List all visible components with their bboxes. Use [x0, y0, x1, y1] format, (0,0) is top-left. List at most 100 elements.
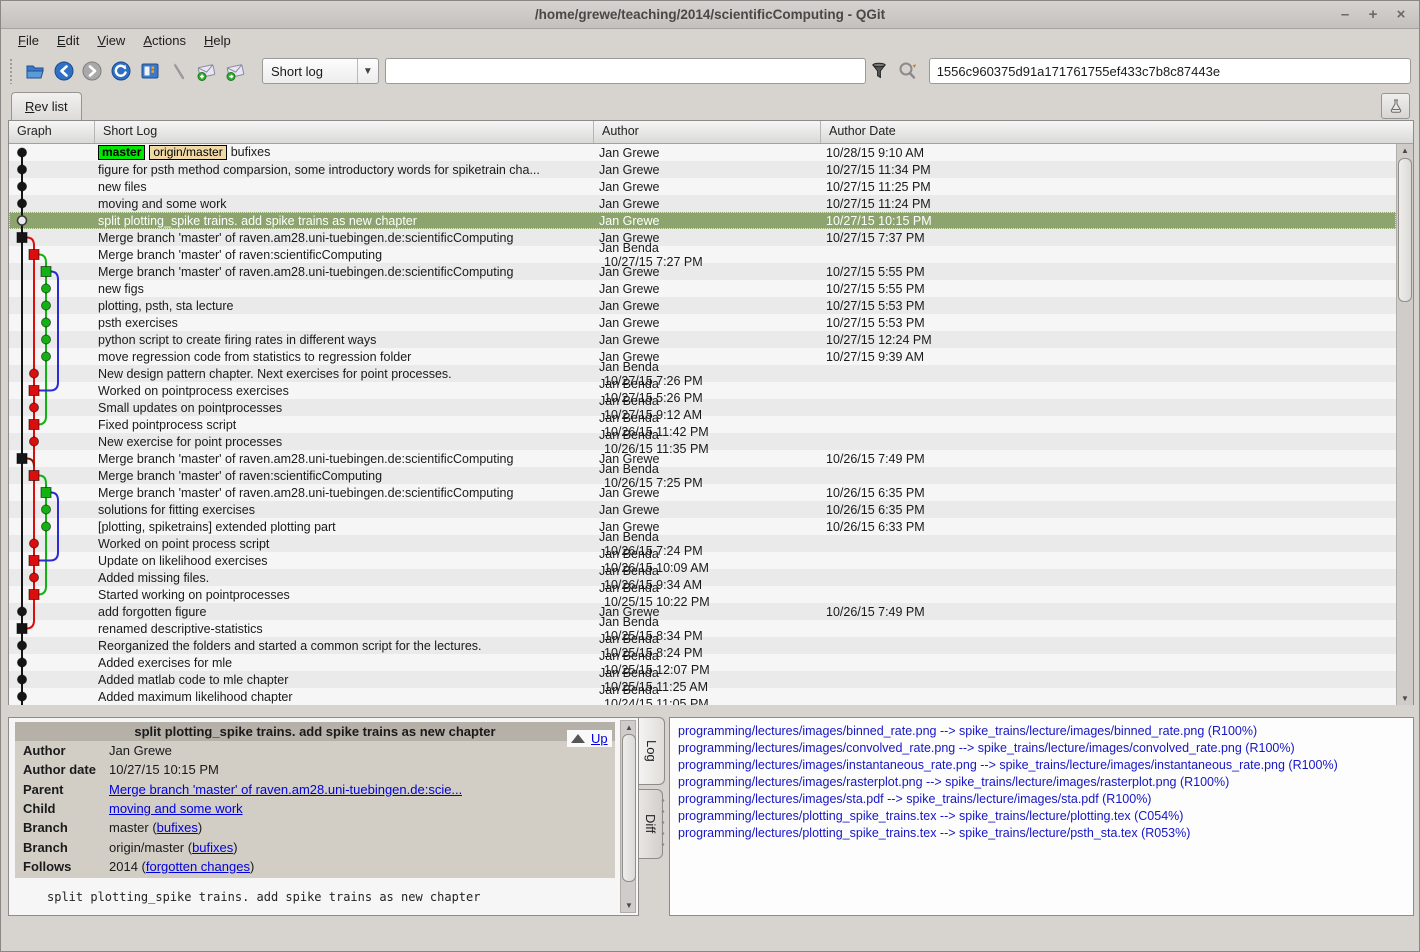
detail-link[interactable]: forgotten changes: [146, 859, 250, 874]
detail-text: 10/27/15 10:15 PM: [109, 762, 219, 777]
splitter-handle[interactable]: [661, 795, 665, 851]
details-scroll-up[interactable]: ▲: [621, 721, 637, 734]
commit-row[interactable]: new filesJan Grewe10/27/15 11:25 PM: [9, 178, 1396, 195]
graph-cell: [9, 263, 95, 280]
column-header-author[interactable]: Author: [594, 121, 821, 143]
menu-file[interactable]: File: [9, 30, 48, 51]
filter-button[interactable]: [866, 58, 892, 84]
menu-edit[interactable]: Edit: [48, 30, 88, 51]
changed-file-line[interactable]: programming/lectures/images/instantaneou…: [678, 757, 1405, 774]
column-header-graph[interactable]: Graph: [9, 121, 95, 143]
close-button[interactable]: ×: [1393, 7, 1409, 23]
scroll-down-arrow[interactable]: ▼: [1397, 692, 1413, 705]
commit-row[interactable]: Started working on pointprocessesJan Ben…: [9, 586, 1396, 603]
author-date-cell: 10/27/15 5:55 PM: [821, 265, 1396, 279]
up-link[interactable]: Up: [591, 731, 608, 746]
detail-link[interactable]: Merge branch 'master' of raven.am28.uni-…: [109, 782, 462, 797]
scrollbar-thumb[interactable]: [1398, 158, 1412, 302]
commit-message: python script to create firing rates in …: [98, 333, 376, 347]
window-title: /home/grewe/teaching/2014/scientificComp…: [535, 7, 885, 22]
log-view-select[interactable]: Short log ▼: [262, 58, 379, 84]
changed-file-line[interactable]: programming/lectures/images/rasterplot.p…: [678, 774, 1405, 791]
column-header-short-log[interactable]: Short Log: [95, 121, 594, 143]
detail-text: origin/master (: [109, 840, 192, 855]
save-patch-button[interactable]: [194, 58, 220, 84]
commit-row[interactable]: figure for psth method comparsion, some …: [9, 161, 1396, 178]
author-date-cell: 10/27/15 7:37 PM: [821, 231, 1396, 245]
tab-log[interactable]: Log: [639, 717, 665, 785]
commit-row[interactable]: moving and some workJan Grewe10/27/15 11…: [9, 195, 1396, 212]
changed-file-line[interactable]: programming/lectures/plotting_spike_trai…: [678, 808, 1405, 825]
details-scrollbar[interactable]: ▲ ▼: [620, 720, 636, 913]
commit-row[interactable]: Added maximum likelihood chapterJan Bend…: [9, 688, 1396, 705]
table-scrollbar[interactable]: ▲ ▼: [1396, 144, 1413, 705]
short-log-cell: Added maximum likelihood chapter: [95, 690, 594, 704]
toolbar-handle[interactable]: [9, 58, 14, 84]
details-scroll-down[interactable]: ▼: [621, 899, 637, 912]
commit-row[interactable]: python script to create firing rates in …: [9, 331, 1396, 348]
minimize-button[interactable]: –: [1337, 7, 1353, 23]
commit-details-panel: split plotting_spike trains. add spike t…: [8, 717, 639, 916]
detail-link[interactable]: bufixes: [192, 840, 233, 855]
graph-cell: [9, 552, 95, 569]
author-cell: Jan Grewe: [594, 214, 821, 228]
changed-file-line[interactable]: programming/lectures/images/sta.pdf --> …: [678, 791, 1405, 808]
commit-message: split plotting_spike trains. add spike t…: [98, 214, 417, 228]
menu-view[interactable]: View: [88, 30, 134, 51]
tab-diff[interactable]: Diff: [639, 789, 663, 859]
up-link-box[interactable]: Up: [567, 730, 612, 747]
short-log-cell: psth exercises: [95, 316, 594, 330]
commit-row[interactable]: Merge branch 'master' of raven.am28.uni-…: [9, 263, 1396, 280]
details-scrollbar-thumb[interactable]: [622, 734, 636, 882]
maximize-button[interactable]: +: [1365, 7, 1381, 23]
graph-cell: [9, 535, 95, 552]
funnel-icon: [869, 60, 889, 82]
scroll-up-arrow[interactable]: ▲: [1397, 144, 1413, 157]
commit-message: Merge branch 'master' of raven:scientifi…: [98, 469, 382, 483]
column-header-author-date[interactable]: Author Date: [821, 121, 1413, 143]
changed-file-line[interactable]: programming/lectures/images/binned_rate.…: [678, 723, 1405, 740]
commit-row[interactable]: masterorigin/masterbufixesJan Grewe10/28…: [9, 144, 1396, 161]
rev-list-table: Graph Short Log Author Author Date maste…: [8, 120, 1414, 705]
tab-corner-button[interactable]: [1381, 93, 1410, 119]
back-button[interactable]: [51, 58, 77, 84]
menu-help[interactable]: Help: [195, 30, 240, 51]
short-log-cell: new figs: [95, 282, 594, 296]
apply-patch-button[interactable]: [223, 58, 249, 84]
commit-row[interactable]: New exercise for point processesJan Bend…: [9, 433, 1396, 450]
reload-button[interactable]: [108, 58, 134, 84]
wand-button[interactable]: [166, 58, 192, 84]
commit-message: Added exercises for mle: [98, 656, 232, 670]
commit-message: Fixed pointprocess script: [98, 418, 236, 432]
author-date-cell: 10/27/15 10:15 PM: [821, 214, 1396, 228]
detail-link[interactable]: bufixes: [157, 820, 198, 835]
commit-row[interactable]: plotting, psth, sta lectureJan Grewe10/2…: [9, 297, 1396, 314]
changed-file-line[interactable]: programming/lectures/plotting_spike_trai…: [678, 825, 1405, 842]
commit-row[interactable]: solutions for fitting exercisesJan Grewe…: [9, 501, 1396, 518]
commit-row[interactable]: new figsJan Grewe10/27/15 5:55 PM: [9, 280, 1396, 297]
forward-button[interactable]: [79, 58, 105, 84]
commit-message: Started working on pointprocesses: [98, 588, 290, 602]
tab-log-label: Log: [644, 740, 659, 762]
changed-file-line[interactable]: programming/lectures/images/convolved_ra…: [678, 740, 1405, 757]
commit-row[interactable]: split plotting_spike trains. add spike t…: [9, 212, 1396, 229]
detail-link[interactable]: moving and some work: [109, 801, 243, 816]
detail-field: AuthorJan Grewe: [15, 741, 615, 760]
short-log-cell: Merge branch 'master' of raven.am28.uni-…: [95, 452, 594, 466]
toggle-view-button[interactable]: [137, 58, 163, 84]
open-repository-button[interactable]: [22, 58, 48, 84]
commit-message: move regression code from statistics to …: [98, 350, 411, 364]
highlight-button[interactable]: [895, 58, 921, 84]
sha-input[interactable]: 1556c960375d91a171761755ef433c7b8c87443e: [929, 58, 1411, 84]
commit-row[interactable]: psth exercisesJan Grewe10/27/15 5:53 PM: [9, 314, 1396, 331]
mail-apply-icon: [224, 60, 248, 82]
tab-rev-list[interactable]: Rev list: [11, 92, 82, 120]
commit-row[interactable]: Merge branch 'master' of raven:scientifi…: [9, 467, 1396, 484]
filter-input[interactable]: [385, 58, 866, 84]
titlebar[interactable]: /home/grewe/teaching/2014/scientificComp…: [1, 1, 1419, 29]
menu-actions[interactable]: Actions: [134, 30, 195, 51]
commit-row[interactable]: Merge branch 'master' of raven:scientifi…: [9, 246, 1396, 263]
view-layout-icon: [139, 60, 161, 82]
detail-text: Jan Grewe: [109, 743, 172, 758]
commit-row[interactable]: Merge branch 'master' of raven.am28.uni-…: [9, 484, 1396, 501]
